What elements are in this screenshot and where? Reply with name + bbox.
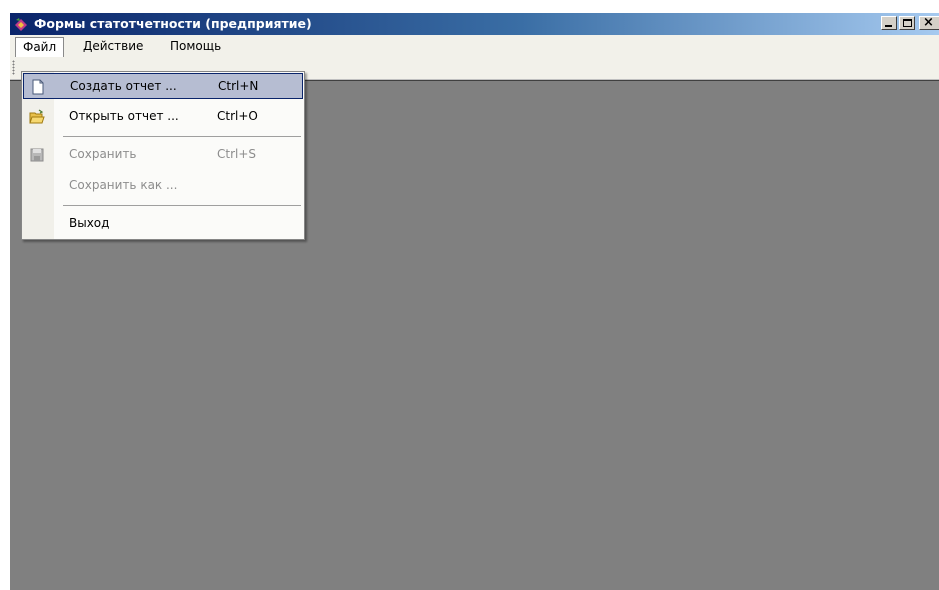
menu-item-shortcut: Ctrl+S	[217, 147, 257, 161]
maximize-icon	[903, 19, 912, 27]
open-folder-icon	[29, 109, 45, 124]
menu-separator	[63, 205, 301, 206]
menu-item-label: Открыть отчет ...	[69, 109, 179, 123]
file-menu-dropdown: Создать отчет ... Ctrl+N Открыть отчет .…	[21, 71, 305, 240]
menu-item-save[interactable]: Сохранить Ctrl+S	[23, 142, 303, 168]
app-icon	[15, 18, 27, 31]
menu-item-label: Выход	[69, 216, 110, 230]
title-bar[interactable]: Формы статотчетности (предприятие) ×	[10, 13, 939, 35]
menu-file[interactable]: Файл	[15, 37, 65, 57]
toolbar-grip-handle[interactable]	[12, 60, 15, 75]
menu-item-shortcut: Ctrl+O	[217, 109, 258, 123]
menu-item-label: Сохранить	[69, 147, 137, 161]
menu-item-label: Сохранить как ...	[69, 178, 178, 192]
maximize-button[interactable]	[899, 16, 915, 30]
menu-item-exit[interactable]: Выход	[23, 211, 303, 237]
minimize-icon	[885, 25, 892, 27]
close-icon: ×	[923, 15, 934, 30]
menu-bar: Файл Действие Помощь	[10, 35, 939, 57]
menu-help[interactable]: Помощь	[163, 37, 228, 55]
menu-item-open-report[interactable]: Открыть отчет ... Ctrl+O	[23, 104, 303, 130]
menu-action[interactable]: Действие	[76, 37, 150, 55]
save-disk-icon	[30, 148, 44, 162]
close-button[interactable]: ×	[919, 15, 939, 30]
menu-item-label: Создать отчет ...	[70, 79, 177, 93]
new-document-icon	[32, 79, 44, 95]
menu-item-save-as[interactable]: Сохранить как ...	[23, 173, 303, 199]
minimize-button[interactable]	[881, 16, 897, 30]
menu-separator	[63, 136, 301, 137]
window-title: Формы статотчетности (предприятие)	[34, 16, 312, 31]
menu-item-create-report[interactable]: Создать отчет ... Ctrl+N	[23, 73, 303, 99]
menu-item-shortcut: Ctrl+N	[218, 79, 259, 93]
